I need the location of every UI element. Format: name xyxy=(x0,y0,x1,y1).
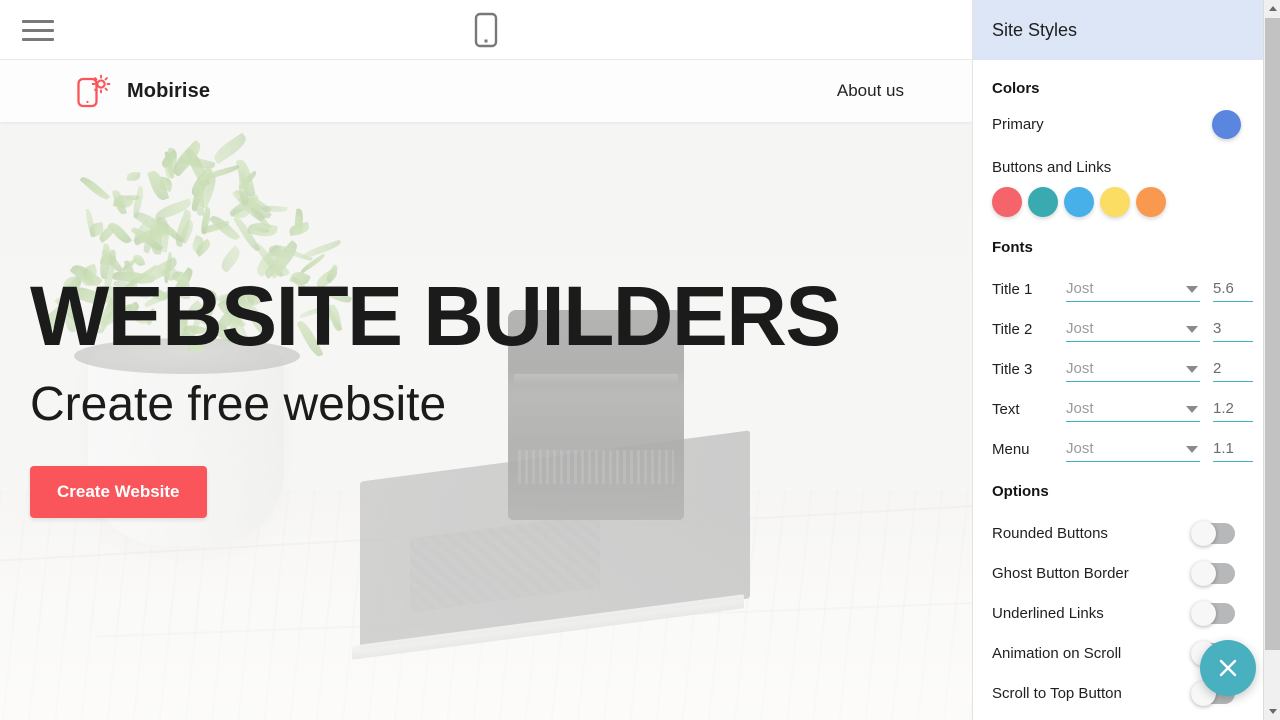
font-size-input-title-1[interactable]: 5.6 xyxy=(1213,276,1253,302)
site-brand-name: Mobirise xyxy=(127,79,211,102)
scroll-up-glyph xyxy=(1268,6,1277,11)
hero-subtitle: Create free website xyxy=(30,378,447,431)
scroll-down-arrow-icon[interactable] xyxy=(1264,703,1280,720)
color-swatch-teal[interactable] xyxy=(1028,187,1058,217)
site-preview-canvas: Mobirise About us WEBSITE BUILDERS Creat… xyxy=(0,60,972,720)
toggle-ghost-button-border[interactable] xyxy=(1191,560,1235,586)
chevron-down-icon xyxy=(1186,406,1198,413)
font-row-label: Title 1 xyxy=(992,280,1033,298)
font-select-title-3[interactable]: Jost xyxy=(1066,356,1200,382)
close-panel-button[interactable] xyxy=(1200,640,1256,696)
hero-title: WEBSITE BUILDERS xyxy=(30,269,841,363)
font-select-value: Jost xyxy=(1066,400,1094,417)
font-size-value: 1.1 xyxy=(1213,440,1234,457)
color-swatch-orange[interactable] xyxy=(1136,187,1166,217)
chevron-down-icon xyxy=(1186,446,1198,453)
toggle-knob xyxy=(1191,600,1216,626)
font-row-title-2: Title 2 Jost 3 xyxy=(992,309,1263,349)
fonts-section-title: Fonts xyxy=(992,239,1033,256)
option-row-ghost-button-border: Ghost Button Border xyxy=(992,553,1263,593)
hamburger-bar xyxy=(22,19,54,23)
scroll-down-glyph xyxy=(1268,709,1277,714)
hamburger-menu-icon[interactable] xyxy=(22,15,54,45)
font-row-label: Text xyxy=(992,400,1020,418)
buttons-links-swatch-row xyxy=(992,187,1263,217)
close-x-icon xyxy=(1219,659,1237,677)
site-navbar: Mobirise About us xyxy=(0,60,972,122)
font-row-title-1: Title 1 Jost 5.6 xyxy=(992,269,1263,309)
font-select-value: Jost xyxy=(1066,280,1094,297)
scrollbar-thumb[interactable] xyxy=(1265,18,1280,650)
option-row-underlined-links: Underlined Links xyxy=(992,593,1263,633)
font-size-value: 3 xyxy=(1213,320,1222,337)
option-label: Scroll to Top Button xyxy=(992,684,1122,702)
font-row-label: Menu xyxy=(992,440,1030,458)
fonts-list: Title 1 Jost 5.6 Title 2 Jost 3 Title 3 … xyxy=(992,269,1263,469)
font-row-menu: Menu Jost 1.1 xyxy=(992,429,1263,469)
nav-link-about-us[interactable]: About us xyxy=(837,81,904,101)
font-size-input-menu[interactable]: 1.1 xyxy=(1213,436,1253,462)
option-row-rounded-buttons: Rounded Buttons xyxy=(992,513,1263,553)
font-size-input-text[interactable]: 1.2 xyxy=(1213,396,1253,422)
toggle-underlined-links[interactable] xyxy=(1191,600,1235,626)
font-size-value: 1.2 xyxy=(1213,400,1234,417)
buttons-links-label: Buttons and Links xyxy=(992,159,1112,176)
options-section-title: Options xyxy=(992,483,1049,500)
toggle-rounded-buttons[interactable] xyxy=(1191,520,1235,546)
font-select-title-1[interactable]: Jost xyxy=(1066,276,1200,302)
panel-title: Site Styles xyxy=(992,19,1078,40)
font-row-text: Text Jost 1.2 xyxy=(992,389,1263,429)
option-label: Rounded Buttons xyxy=(992,524,1108,542)
site-styles-panel-body: Colors Primary Buttons and Links Fonts T… xyxy=(973,60,1263,720)
option-label: Ghost Button Border xyxy=(992,564,1129,582)
option-label: Underlined Links xyxy=(992,604,1104,622)
font-select-value: Jost xyxy=(1066,360,1094,377)
hero-content: WEBSITE BUILDERS Create free website Cre… xyxy=(30,269,841,519)
mobirise-logo-glyph xyxy=(77,74,111,108)
font-select-title-2[interactable]: Jost xyxy=(1066,316,1200,342)
primary-color-row: Primary xyxy=(992,110,1263,139)
site-styles-panel-header: Site Styles xyxy=(973,0,1280,60)
font-size-value: 2 xyxy=(1213,360,1222,377)
mobirise-logo-icon xyxy=(76,72,114,110)
chevron-down-icon xyxy=(1186,326,1198,333)
hamburger-bar xyxy=(22,37,54,41)
color-swatch-blue[interactable] xyxy=(1064,187,1094,217)
primary-color-label: Primary xyxy=(992,116,1044,133)
font-size-value: 5.6 xyxy=(1213,280,1234,297)
color-swatch-red[interactable] xyxy=(992,187,1022,217)
site-styles-panel: Site Styles Colors Primary Buttons and L… xyxy=(972,0,1280,720)
toggle-knob xyxy=(1191,560,1216,586)
primary-color-swatch[interactable] xyxy=(1212,110,1241,139)
font-size-input-title-3[interactable]: 2 xyxy=(1213,356,1253,382)
site-nav-links: About us xyxy=(837,81,972,101)
font-row-label: Title 2 xyxy=(992,320,1033,338)
site-brand[interactable]: Mobirise xyxy=(76,72,210,110)
font-size-input-title-2[interactable]: 3 xyxy=(1213,316,1253,342)
font-row-label: Title 3 xyxy=(992,360,1033,378)
colors-section-title: Colors xyxy=(992,80,1040,97)
panel-scrollbar[interactable] xyxy=(1263,0,1280,720)
mobile-device-glyph xyxy=(474,12,498,48)
hero-section: WEBSITE BUILDERS Create free website Cre… xyxy=(0,122,972,720)
toggle-knob xyxy=(1191,520,1216,546)
mobile-device-icon[interactable] xyxy=(474,12,498,48)
chevron-down-icon xyxy=(1186,286,1198,293)
hamburger-bar xyxy=(22,28,54,32)
app-root: Mobirise About us WEBSITE BUILDERS Creat… xyxy=(0,0,1280,720)
font-select-menu[interactable]: Jost xyxy=(1066,436,1200,462)
font-select-value: Jost xyxy=(1066,320,1094,337)
editor-toolbar xyxy=(0,0,972,60)
font-select-value: Jost xyxy=(1066,440,1094,457)
option-label: Animation on Scroll xyxy=(992,644,1122,662)
create-website-button[interactable]: Create Website xyxy=(30,466,207,519)
font-row-title-3: Title 3 Jost 2 xyxy=(992,349,1263,389)
scroll-up-arrow-icon[interactable] xyxy=(1264,0,1280,17)
chevron-down-icon xyxy=(1186,366,1198,373)
font-select-text[interactable]: Jost xyxy=(1066,396,1200,422)
color-swatch-yellow[interactable] xyxy=(1100,187,1130,217)
